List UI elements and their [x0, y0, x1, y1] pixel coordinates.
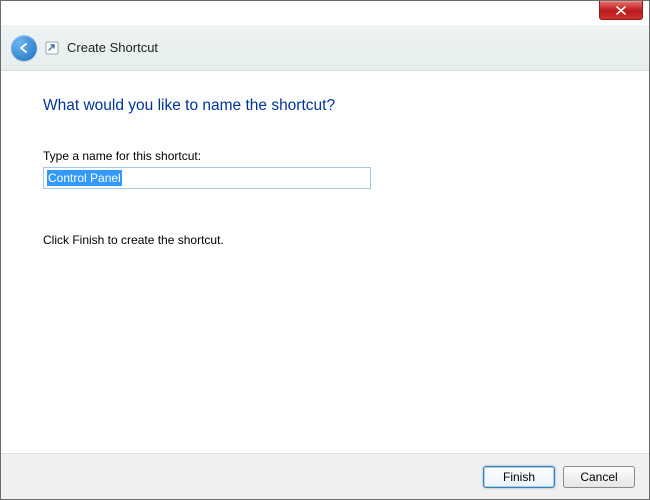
shortcut-name-label: Type a name for this shortcut:	[43, 149, 607, 163]
close-icon	[616, 6, 626, 15]
page-heading: What would you like to name the shortcut…	[43, 97, 607, 115]
shortcut-icon	[45, 41, 59, 55]
wizard-content: What would you like to name the shortcut…	[1, 71, 649, 247]
shortcut-name-value: Control Panel	[47, 170, 122, 186]
wizard-hint: Click Finish to create the shortcut.	[43, 233, 607, 247]
back-button[interactable]	[11, 35, 37, 61]
shortcut-name-input[interactable]: Control Panel	[43, 167, 371, 189]
wizard-header: Create Shortcut	[1, 25, 649, 71]
close-button[interactable]	[599, 1, 643, 20]
wizard-footer: Finish Cancel	[1, 453, 649, 499]
back-arrow-icon	[17, 41, 31, 55]
wizard-title: Create Shortcut	[67, 40, 158, 55]
titlebar	[1, 1, 649, 25]
wizard-window: Create Shortcut What would you like to n…	[0, 0, 650, 500]
finish-button[interactable]: Finish	[483, 466, 555, 488]
cancel-button[interactable]: Cancel	[563, 466, 635, 488]
